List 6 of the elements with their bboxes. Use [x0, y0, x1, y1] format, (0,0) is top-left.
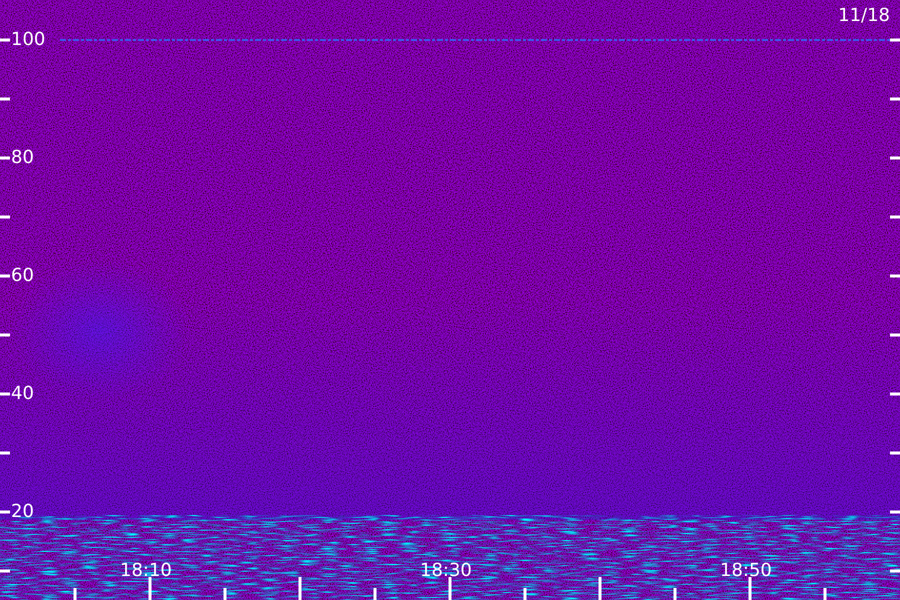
y-axis-label: 80 — [11, 147, 34, 169]
y-axis-label: 20 — [11, 501, 34, 523]
y-axis-label: 60 — [11, 265, 34, 287]
y-axis-label: 100 — [11, 29, 46, 51]
date-label: 11/18 — [838, 5, 890, 27]
y-axis-label: 40 — [11, 383, 34, 405]
